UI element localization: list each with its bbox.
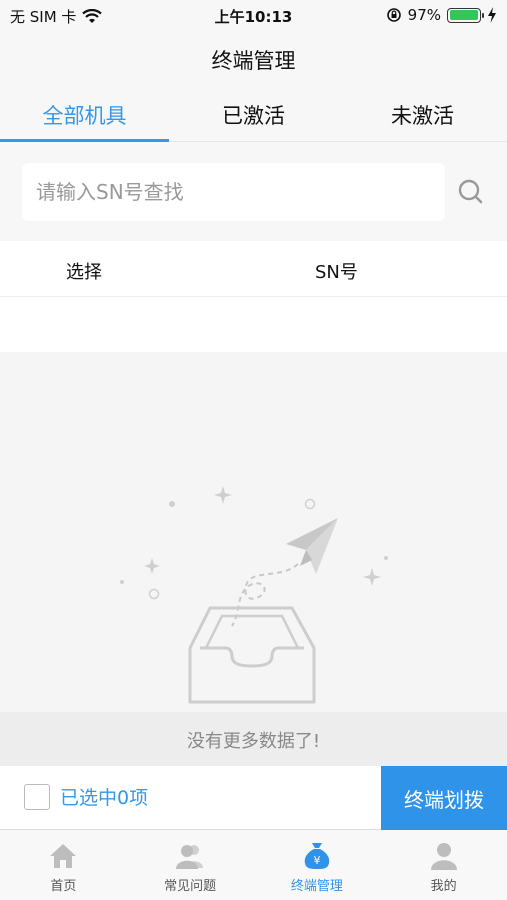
tabbar-item-faq[interactable]: 常见问题 [127,831,254,900]
tabbar-label-home: 首页 [50,879,77,894]
users-icon [176,845,204,869]
orientation-lock-icon [386,8,401,22]
select-all[interactable]: 已选中0项 [24,783,148,810]
no-more-data-label: 没有更多数据了! [0,712,507,766]
tab-not-activated[interactable]: 未激活 [338,84,507,141]
column-sn: SN号 [315,262,358,283]
filter-tabs: 全部机具 已激活 未激活 [0,84,507,142]
empty-box-illustration [120,486,388,704]
search-icon[interactable] [455,174,487,210]
charging-icon [488,7,496,23]
home-icon [50,844,77,868]
selected-count-label: 已选中0项 [60,787,149,809]
tabbar-item-home[interactable]: 首页 [0,831,127,900]
battery-icon [447,7,484,23]
bottom-tab-bar: 首页 常见问题 ¥ 终端管理 我的 [0,831,507,900]
tabbar-item-mine[interactable]: 我的 [380,831,507,900]
tabbar-item-terminal[interactable]: ¥ 终端管理 [254,831,381,900]
empty-state [0,352,507,712]
money-bag-icon: ¥ [304,843,330,869]
action-bar: 已选中0项 终端划拨 [0,766,507,830]
tabbar-label-faq: 常见问题 [164,879,217,894]
search-area [0,143,507,241]
nav-bar: 终端管理 [0,32,507,84]
table-header: 选择 SN号 [0,241,507,297]
person-icon [430,843,457,870]
table-body [0,297,507,352]
select-all-checkbox[interactable] [24,783,50,810]
tab-all-devices[interactable]: 全部机具 [0,84,169,142]
column-select: 选择 [66,262,102,283]
svg-text:¥: ¥ [313,854,320,867]
tabbar-label-mine: 我的 [430,879,457,894]
status-right: 97% [386,6,497,24]
battery-percent: 97% [407,6,441,24]
status-bar: 无 SIM 卡 上午10:13 97% [0,0,507,32]
page-title: 终端管理 [211,49,296,73]
battery-level [449,10,478,20]
search-input[interactable] [22,163,445,221]
tab-activated[interactable]: 已激活 [169,84,338,141]
terminal-transfer-button[interactable]: 终端划拨 [381,766,507,830]
tabbar-label-terminal: 终端管理 [290,879,343,894]
